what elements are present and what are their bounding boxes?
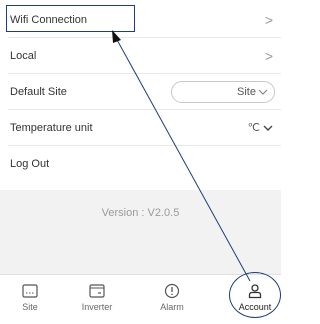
- log-out-label: Log Out: [10, 158, 50, 170]
- inverter-icon: [89, 283, 105, 299]
- temperature-value: ℃: [247, 122, 260, 134]
- tab-site[interactable]: Site: [2, 283, 58, 312]
- default-site-select[interactable]: Site: [171, 81, 275, 103]
- tab-account[interactable]: Account: [227, 283, 283, 312]
- chevron-right-icon: >: [264, 11, 273, 28]
- alarm-icon: [164, 283, 180, 299]
- menu-item-wifi-connection[interactable]: Wifi Connection >: [8, 2, 281, 38]
- temperature-select[interactable]: ℃: [248, 121, 281, 134]
- chevron-right-icon: >: [264, 47, 273, 64]
- menu-item-local[interactable]: Local >: [8, 38, 281, 74]
- tab-label: Alarm: [160, 302, 184, 312]
- site-icon: [22, 283, 38, 299]
- account-icon: [247, 283, 263, 299]
- bottom-tab-bar: Site Inverter Alarm Account: [0, 274, 281, 324]
- menu-label: Local: [10, 49, 37, 62]
- select-value: Site: [237, 86, 256, 98]
- tab-label: Inverter: [81, 302, 113, 312]
- menu-item-log-out[interactable]: Log Out: [8, 146, 281, 182]
- menu-label: Wifi Connection: [10, 13, 88, 26]
- tab-label: Site: [22, 302, 38, 312]
- chevron-down-icon: [258, 89, 268, 95]
- tab-inverter[interactable]: Inverter: [69, 283, 125, 312]
- chevron-down-icon: [263, 125, 273, 131]
- version-panel: [0, 190, 281, 274]
- menu-label: Temperature unit: [10, 121, 93, 134]
- version-text: Version : V2.0.5: [101, 207, 180, 219]
- menu-item-temperature-unit[interactable]: Temperature unit ℃: [8, 110, 281, 146]
- tab-alarm[interactable]: Alarm: [144, 283, 200, 312]
- menu-label: Default Site: [10, 85, 67, 98]
- menu-item-default-site: Default Site Site: [8, 74, 281, 110]
- tab-label: Account: [238, 302, 272, 312]
